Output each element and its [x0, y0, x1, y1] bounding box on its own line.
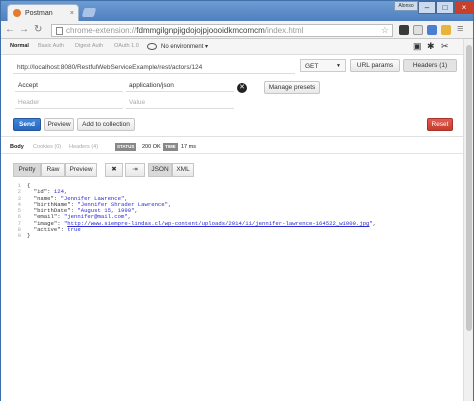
- code-token: ,: [372, 219, 377, 227]
- format-raw-button[interactable]: Raw: [41, 163, 65, 177]
- forward-icon[interactable]: →: [19, 24, 29, 36]
- extension-icon[interactable]: [441, 25, 451, 35]
- navigation-bar: ← → ↻ chrome-extension:// fdmmgilgnpjigd…: [1, 21, 473, 39]
- action-bar: Send Preview Add to collection Reset: [1, 117, 463, 137]
- extension-icon[interactable]: [413, 25, 423, 35]
- time-badge: TIME: [163, 143, 178, 151]
- environment-select[interactable]: No environment ▾: [161, 43, 208, 50]
- reset-button[interactable]: Reset: [427, 118, 453, 131]
- method-label: GET: [305, 63, 319, 70]
- postman-app: Normal Basic Auth Digest Auth OAuth 1.0 …: [1, 39, 463, 401]
- title-bar: Postman × Alonso – □ ×: [1, 1, 474, 21]
- address-bar[interactable]: chrome-extension:// fdmmgilgnpjigdojojpj…: [51, 24, 393, 37]
- code-token: true: [67, 226, 81, 234]
- back-icon[interactable]: ←: [5, 24, 15, 36]
- manage-presets-label: Manage presets: [268, 84, 316, 91]
- code-token: ,: [168, 200, 172, 208]
- code-token: }: [27, 232, 31, 240]
- bookmark-star-icon[interactable]: ☆: [381, 25, 389, 36]
- address-main: fdmmgilgnpjigdojojpjoooidkmcomcm: [136, 26, 265, 35]
- type-json-button[interactable]: JSON: [148, 163, 172, 177]
- remove-header-icon[interactable]: ✕: [237, 83, 247, 93]
- reload-icon[interactable]: ↻: [34, 24, 42, 36]
- clear-icon[interactable]: ✖: [105, 163, 123, 177]
- auth-environment-bar: Normal Basic Auth Digest Auth OAuth 1.0 …: [1, 39, 463, 55]
- tab-normal[interactable]: Normal: [10, 43, 29, 49]
- method-select[interactable]: GET ▼: [300, 59, 346, 72]
- wrap-lines-icon[interactable]: ⇥: [125, 163, 145, 177]
- extension-icon[interactable]: [427, 25, 437, 35]
- reset-label: Reset: [431, 121, 449, 128]
- extension-icon[interactable]: [399, 25, 409, 35]
- eye-icon[interactable]: [147, 43, 157, 50]
- manage-presets-button[interactable]: Manage presets: [264, 81, 320, 94]
- settings-icon[interactable]: ✱: [427, 41, 435, 52]
- status-value: 200 OK: [142, 144, 161, 150]
- environment-label: No environment: [161, 44, 204, 50]
- response-header-bar: Body Cookies (0) Headers (4) STATUS 200 …: [1, 140, 463, 154]
- scrollbar-thumb[interactable]: [466, 45, 472, 331]
- tab-title: Postman: [25, 9, 53, 17]
- format-preview-button[interactable]: Preview: [65, 163, 97, 177]
- tab-response-headers[interactable]: Headers (4): [69, 144, 98, 150]
- new-header-key-input[interactable]: Header: [15, 97, 123, 109]
- address-suffix: /index.html: [264, 26, 304, 35]
- headers-label: Headers (1): [412, 62, 448, 69]
- tab-digest-auth[interactable]: Digest Auth: [75, 43, 103, 49]
- page-icon: [56, 26, 63, 35]
- menu-icon[interactable]: ≡: [457, 23, 463, 35]
- send-button[interactable]: Send: [13, 118, 41, 131]
- add-to-collection-button[interactable]: Add to collection: [77, 118, 135, 131]
- theme-icon[interactable]: ▣: [413, 41, 422, 52]
- tools-icon[interactable]: ✂: [441, 41, 449, 52]
- response-body: 1{2 "id": 124, 3 "name": "Jennifer Lawren…: [11, 182, 451, 240]
- headers-button[interactable]: Headers (1): [403, 59, 457, 72]
- tab-basic-auth[interactable]: Basic Auth: [38, 43, 64, 49]
- close-window-button[interactable]: ×: [454, 1, 474, 14]
- close-tab-icon[interactable]: ×: [70, 10, 74, 17]
- code-token: "active": [27, 226, 61, 234]
- tab-oauth[interactable]: OAuth 1.0: [114, 43, 139, 49]
- url-params-button[interactable]: URL params: [350, 59, 400, 72]
- header-key-input[interactable]: Accept: [15, 80, 123, 92]
- scrollbar[interactable]: [463, 39, 473, 401]
- add-to-collection-label: Add to collection: [82, 121, 130, 128]
- tab-cookies[interactable]: Cookies (0): [33, 144, 61, 150]
- code-token: ,: [134, 207, 138, 215]
- code-token: :: [60, 226, 68, 234]
- maximize-button[interactable]: □: [436, 1, 454, 14]
- new-tab-button[interactable]: [81, 8, 97, 17]
- address-prefix: chrome-extension://: [66, 26, 137, 35]
- minimize-button[interactable]: –: [418, 1, 436, 14]
- line-number: 9: [17, 232, 21, 240]
- image-link[interactable]: http://www.siempre-lindas.cl/wp-content/…: [67, 220, 369, 227]
- header-value-input[interactable]: application/json: [126, 80, 234, 92]
- postman-icon: [13, 9, 21, 17]
- chevron-down-icon: ▼: [336, 63, 341, 69]
- tab-body[interactable]: Body: [10, 144, 24, 150]
- preview-button[interactable]: Preview: [44, 118, 74, 131]
- new-header-value-input[interactable]: Value: [126, 97, 234, 109]
- code-line: 9}: [11, 232, 451, 240]
- format-pretty-button[interactable]: Pretty: [13, 163, 41, 177]
- environment-arrow: ▾: [205, 44, 209, 50]
- status-badge: STATUS: [115, 143, 137, 151]
- browser-window: Postman × Alonso – □ × ← → ↻ chrome-exte…: [0, 0, 474, 401]
- user-button[interactable]: Alonso: [394, 1, 418, 11]
- preview-label: Preview: [47, 121, 71, 128]
- browser-tab[interactable]: Postman ×: [7, 4, 79, 21]
- time-value: 17 ms: [181, 144, 196, 150]
- type-xml-button[interactable]: XML: [172, 163, 194, 177]
- request-url-input[interactable]: http://localhost:8080/RestfulWebServiceE…: [13, 61, 295, 74]
- send-label: Send: [19, 121, 35, 128]
- url-params-label: URL params: [356, 62, 394, 69]
